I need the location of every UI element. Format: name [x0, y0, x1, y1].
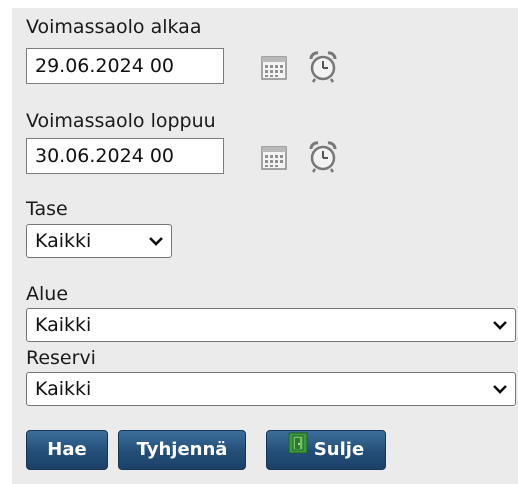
reservi-selected-value: Kaikki [35, 378, 92, 400]
chevron-down-icon [149, 237, 163, 246]
alue-label: Alue [26, 283, 69, 305]
alarm-clock-icon[interactable] [306, 49, 340, 83]
clear-button[interactable]: Tyhjennä [118, 430, 246, 470]
validity-start-input[interactable] [26, 48, 224, 84]
search-button-label: Hae [47, 439, 87, 460]
close-button-label: Sulje [313, 439, 365, 460]
validity-end-label: Voimassaolo loppuu [26, 110, 216, 132]
search-button[interactable]: Hae [26, 430, 108, 470]
validity-end-input[interactable] [26, 138, 224, 174]
filter-panel: Voimassaolo alkaa Voimassaolo loppuu [12, 8, 518, 484]
alarm-clock-icon[interactable] [306, 139, 340, 173]
chevron-down-icon [493, 321, 507, 330]
alue-select[interactable]: Kaikki [26, 308, 516, 342]
clear-button-label: Tyhjennä [136, 439, 228, 460]
reservi-select[interactable]: Kaikki [26, 372, 516, 406]
alue-selected-value: Kaikki [35, 314, 92, 336]
calendar-icon[interactable] [259, 143, 289, 173]
tase-selected-value: Kaikki [35, 230, 92, 252]
close-button[interactable]: Sulje [266, 430, 386, 470]
chevron-down-icon [493, 385, 507, 394]
tase-select[interactable]: Kaikki [26, 224, 172, 258]
exit-door-icon [288, 430, 308, 468]
reservi-label: Reservi [26, 347, 96, 369]
tase-label: Tase [26, 198, 68, 220]
calendar-icon[interactable] [259, 53, 289, 83]
validity-start-label: Voimassaolo alkaa [26, 16, 202, 38]
